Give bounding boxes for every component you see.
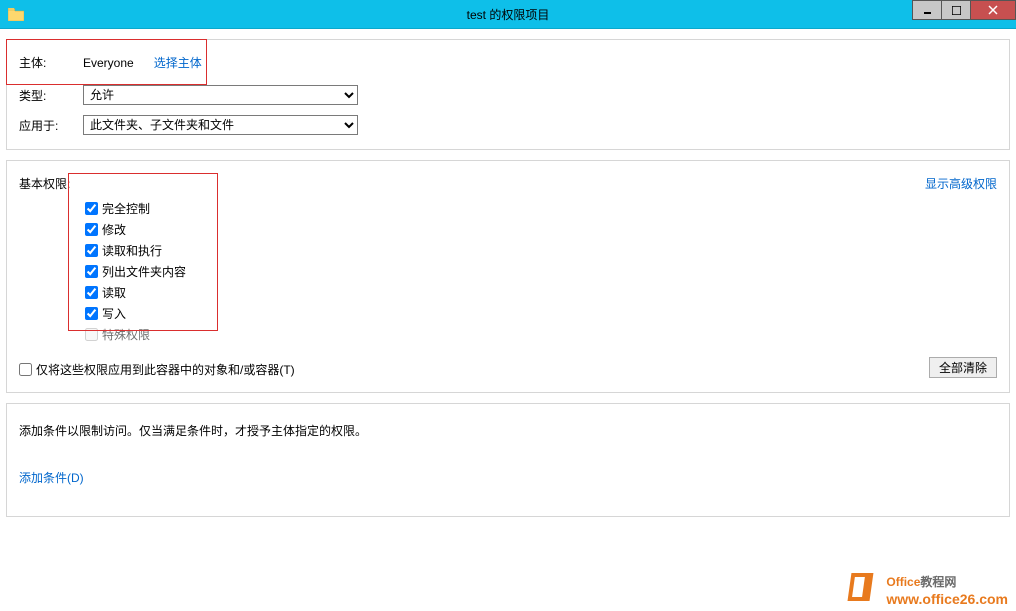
- highlight-principal: [6, 39, 207, 85]
- applies-to-label: 应用于:: [19, 117, 63, 134]
- office-logo-icon: [846, 569, 882, 605]
- applies-to-select[interactable]: 此文件夹、子文件夹和文件: [83, 115, 358, 135]
- permissions-group: 基本权限: 显示高级权限 完全控制 修改 读取和执行 列出文件夹内容 读取: [6, 160, 1010, 393]
- conditions-group: 添加条件以限制访问。仅当满足条件时，才授予主体指定的权限。 添加条件(D): [6, 403, 1010, 517]
- clear-all-button[interactable]: 全部清除: [929, 357, 997, 378]
- permission-item: 修改: [85, 219, 997, 240]
- apply-only-label: 仅将这些权限应用到此容器中的对象和/或容器(T): [36, 361, 295, 378]
- applies-to-row: 应用于: 此文件夹、子文件夹和文件: [19, 115, 997, 135]
- highlight-permissions: [68, 173, 218, 331]
- close-button[interactable]: [970, 0, 1016, 20]
- folder-icon: [8, 8, 24, 21]
- type-select[interactable]: 允许: [83, 85, 358, 105]
- watermark-title: Office教程网: [886, 567, 1008, 591]
- window-title: test 的权限项目: [467, 6, 550, 23]
- type-label: 类型:: [19, 87, 63, 104]
- titlebar: test 的权限项目: [0, 0, 1016, 29]
- permission-item: 完全控制: [85, 198, 997, 219]
- permission-item: 读取和执行: [85, 240, 997, 261]
- principal-type-group: 主体: Everyone 选择主体 类型: 允许 应用于: 此文件夹、子文件夹和…: [6, 39, 1010, 150]
- permission-item: 写入: [85, 303, 997, 324]
- permission-item: 读取: [85, 282, 997, 303]
- window-controls: [913, 0, 1016, 20]
- apply-only-row: 仅将这些权限应用到此容器中的对象和/或容器(T): [19, 361, 997, 378]
- permissions-list: 完全控制 修改 读取和执行 列出文件夹内容 读取 写入: [85, 198, 997, 345]
- conditions-description: 添加条件以限制访问。仅当满足条件时，才授予主体指定的权限。: [19, 422, 997, 439]
- type-row: 类型: 允许: [19, 85, 997, 105]
- apply-only-checkbox[interactable]: [19, 363, 32, 376]
- minimize-button[interactable]: [912, 0, 942, 20]
- add-condition-link[interactable]: 添加条件(D): [19, 469, 997, 486]
- permission-item: 特殊权限: [85, 324, 997, 345]
- show-advanced-permissions-link[interactable]: 显示高级权限: [925, 175, 997, 192]
- permission-item: 列出文件夹内容: [85, 261, 997, 282]
- watermark-url: www.office26.com: [886, 592, 1008, 607]
- watermark: Office教程网 www.office26.com: [846, 567, 1008, 607]
- maximize-button[interactable]: [941, 0, 971, 20]
